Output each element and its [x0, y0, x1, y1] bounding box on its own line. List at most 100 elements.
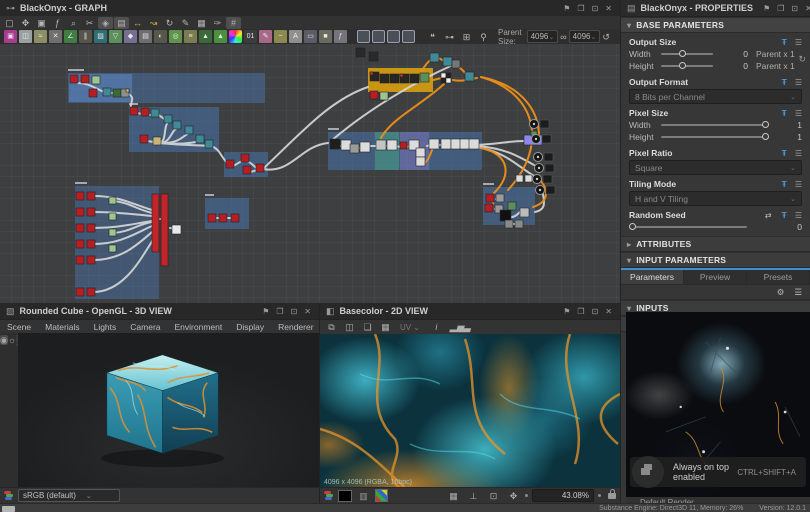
frame-tool-icon[interactable] [357, 30, 370, 43]
parent-size-width-select[interactable]: 4096 ⌄ [527, 30, 559, 43]
list-options-icon[interactable]: ☰ [794, 287, 802, 298]
parameter-menu-icon[interactable]: ☰ [795, 149, 802, 158]
pixel-ratio-select[interactable]: Square ⌄ [629, 160, 802, 175]
float-icon[interactable]: ❐ [577, 307, 584, 316]
tab-presets[interactable]: Presets [747, 270, 810, 284]
node-graph[interactable] [0, 44, 620, 303]
tiling-mode-select[interactable]: H and V Tiling ⌄ [629, 191, 802, 206]
screenshot-icon[interactable]: ▣ [34, 17, 49, 29]
close-icon[interactable]: ✕ [605, 307, 612, 316]
view2d-viewport[interactable]: 4096 x 4096 (RGBA, 16bpc) [320, 334, 620, 488]
warp-node-icon[interactable]: ~ [274, 30, 287, 43]
lock-zoom-icon[interactable] [608, 493, 616, 499]
curve-node-icon[interactable]: ∠ [64, 30, 77, 43]
section-input-parameters[interactable]: ▾ INPUT PARAMETERS [621, 252, 810, 268]
basecolor-texture[interactable]: 4096 x 4096 (RGBA, 16bpc) [320, 334, 620, 488]
gradient-map-node-icon[interactable]: ▤ [139, 30, 152, 43]
info-icon[interactable]: i [429, 321, 444, 333]
pixel-height-value[interactable]: 1 [784, 132, 802, 142]
height-slider[interactable] [661, 65, 713, 67]
pin-icon[interactable]: ⚑ [262, 307, 269, 316]
colorspace-select[interactable]: sRGB (default) ⌄ [18, 489, 120, 502]
levels-node-icon[interactable]: ≡ [184, 30, 197, 43]
color-profile-icon[interactable] [324, 491, 334, 501]
uv-select[interactable]: UV ⌄ [400, 323, 420, 332]
width-slider[interactable] [661, 53, 713, 55]
normal-node-icon[interactable]: ▲ [199, 30, 212, 43]
tab-parameters[interactable]: Parameters [621, 270, 684, 284]
distance-node-icon[interactable]: ▽ [109, 30, 122, 43]
tab-preview[interactable]: Preview [684, 270, 747, 284]
dot-node-icon[interactable]: ⊶ [442, 31, 457, 43]
parent-size-height-select[interactable]: 4096 ⌄ [569, 30, 601, 43]
section-attributes[interactable]: ▸ ATTRIBUTES [621, 236, 810, 252]
menu-renderer[interactable]: Renderer [271, 322, 320, 332]
expose-parameter-icon[interactable]: Ŧ [782, 77, 787, 87]
pixel-height-knob[interactable] [762, 133, 769, 140]
zoom-level-field[interactable]: 43.08% [532, 489, 594, 502]
svg-node-icon[interactable]: ✎ [259, 30, 272, 43]
parameter-menu-icon[interactable]: ☰ [795, 211, 802, 220]
comment-frame-icon[interactable] [387, 30, 400, 43]
float-icon[interactable]: ❐ [276, 307, 283, 316]
close-icon[interactable]: ✕ [605, 4, 612, 13]
width-value[interactable]: 0 [730, 49, 748, 59]
hsl-color-wheel-node-icon[interactable] [229, 30, 242, 43]
color-profile-icon[interactable] [4, 491, 14, 501]
histogram-icon[interactable]: ▂▅▃ [450, 321, 465, 333]
hsl-node-icon[interactable]: ◎ [169, 30, 182, 43]
parameter-menu-icon[interactable]: ☰ [795, 38, 802, 47]
blend-node-icon[interactable]: ◫ [19, 30, 32, 43]
pixel-width-value[interactable]: 1 [784, 120, 802, 130]
pin-icon[interactable]: ⚑ [763, 4, 770, 13]
material-preview-image[interactable]: Always on top enabled CTRL+SHIFT+A [626, 312, 810, 497]
parameter-menu-icon[interactable]: ☰ [795, 109, 802, 118]
gear-icon[interactable]: ⚙ [777, 287, 785, 298]
grid-icon[interactable]: ▦ [446, 490, 461, 502]
height-value[interactable]: 0 [730, 61, 748, 71]
directional-blur-node-icon[interactable]: ∥ [79, 30, 92, 43]
expose-parameter-icon[interactable]: Ŧ [782, 108, 787, 118]
random-seed-slider[interactable] [629, 226, 747, 228]
zoom-out-button[interactable] [525, 494, 528, 497]
menu-environment[interactable]: Environment [168, 322, 230, 332]
menu-materials[interactable]: Materials [38, 322, 86, 332]
paint-icon[interactable]: ✑ [210, 17, 225, 29]
pixel-processor-node-icon[interactable]: 01 [244, 30, 257, 43]
pin-frame-icon[interactable] [402, 30, 415, 43]
properties-titlebar[interactable]: ▤ BlackOnyx - PROPERTIES ⚑ ❐ ⊡ ✕ [621, 0, 810, 17]
frame-select-icon[interactable]: ▢ [2, 17, 17, 29]
expose-parameter-icon[interactable]: Ŧ [782, 148, 787, 158]
maximize-icon[interactable]: ⊡ [791, 4, 798, 13]
pixel-height-slider[interactable] [661, 136, 769, 138]
zoom-in-button[interactable] [598, 494, 601, 497]
node-graph-canvas[interactable] [0, 44, 621, 303]
background-swatch[interactable] [338, 490, 352, 502]
expose-parameter-icon[interactable]: Ŧ [782, 179, 787, 189]
link-wh-icon[interactable]: ↻ [798, 54, 806, 65]
fit-view-icon[interactable]: ⊡ [486, 490, 501, 502]
parameter-menu-icon[interactable]: ☰ [795, 78, 802, 87]
comment-icon[interactable]: ❝ [425, 31, 440, 43]
function-icon[interactable]: ƒ [50, 17, 65, 29]
parameter-menu-icon[interactable]: ☰ [795, 180, 802, 189]
search-icon[interactable]: ⌕ [66, 17, 81, 29]
text-node-icon[interactable]: A [289, 30, 302, 43]
height-slider-knob[interactable] [679, 62, 686, 69]
fx-map-node-icon[interactable]: ◆ [124, 30, 137, 43]
section-base-parameters[interactable]: ▾ BASE PARAMETERS [621, 17, 810, 33]
reset-size-icon[interactable]: ↺ [602, 31, 610, 43]
random-seed-knob[interactable] [629, 223, 636, 230]
pixel-width-knob[interactable] [762, 121, 769, 128]
thumbnails-icon[interactable]: ▤ [114, 17, 129, 29]
straight-links-icon[interactable]: ↔ [130, 17, 145, 29]
tiling-preview-icon[interactable] [375, 489, 388, 502]
menu-display[interactable]: Display [229, 322, 271, 332]
light-icon[interactable]: ☼ [8, 335, 16, 345]
center-view-icon[interactable]: ✥ [506, 490, 521, 502]
shuffle-seed-icon[interactable]: ⇄ [765, 211, 772, 220]
float-icon[interactable]: ❐ [777, 4, 784, 13]
normal-map-node-icon[interactable]: ▲ [214, 30, 227, 43]
uniform-color-node-icon[interactable]: ■ [319, 30, 332, 43]
cut-links-icon[interactable]: ✂ [82, 17, 97, 29]
